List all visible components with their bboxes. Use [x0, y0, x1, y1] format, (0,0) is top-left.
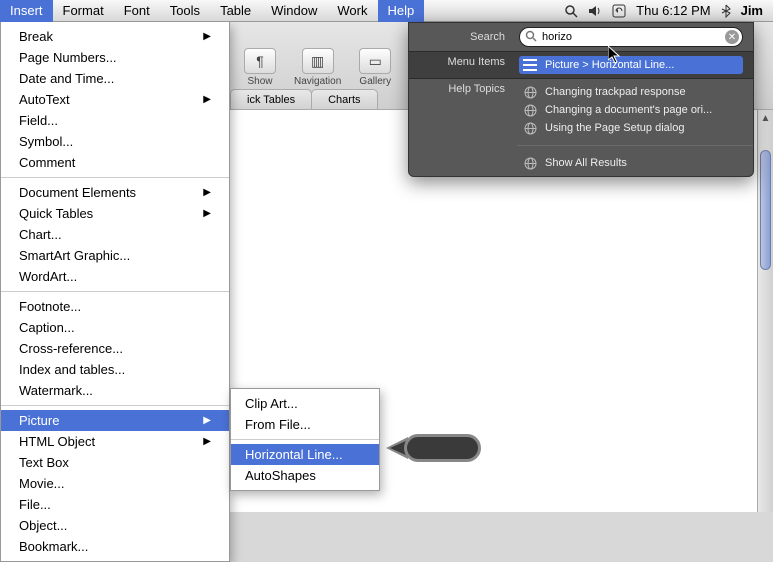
help-show-all[interactable]: Show All Results	[519, 154, 743, 172]
insert-menu-item[interactable]: Picture▶	[1, 410, 229, 431]
insert-menu-item[interactable]: SmartArt Graphic...	[1, 245, 229, 266]
picture-submenu-item[interactable]: From File...	[231, 414, 379, 435]
menu-font[interactable]: Font	[114, 0, 160, 22]
search-icon	[525, 30, 537, 45]
ribbon-tab[interactable]: ick Tables	[230, 89, 312, 109]
ribbon-tab[interactable]: Charts	[311, 89, 377, 109]
menu-tools[interactable]: Tools	[160, 0, 210, 22]
insert-menu-item[interactable]: Watermark...	[1, 380, 229, 401]
menu-insert[interactable]: Insert	[0, 0, 53, 22]
menubar-right: Thu 6:12 PM Jim	[564, 3, 773, 18]
submenu-arrow-icon: ▶	[203, 184, 211, 201]
insert-menu-item[interactable]: Chart...	[1, 224, 229, 245]
vertical-scrollbar[interactable]: ▲	[757, 110, 773, 512]
insert-menu-dropdown: Break▶Page Numbers...Date and Time...Aut…	[0, 22, 230, 562]
insert-menu-item[interactable]: Index and tables...	[1, 359, 229, 380]
insert-menu-item[interactable]: Symbol...	[1, 131, 229, 152]
menu-result-icon	[523, 58, 537, 72]
toolbar-gallery[interactable]: ▭Gallery	[359, 48, 391, 87]
insert-menu-item[interactable]: Object...	[1, 515, 229, 536]
user-menu[interactable]: Jim	[741, 3, 763, 18]
clear-search-icon[interactable]: ✕	[725, 30, 739, 44]
insert-menu-item[interactable]: Text Box	[1, 452, 229, 473]
insert-menu-item[interactable]: Field...	[1, 110, 229, 131]
insert-menu-item[interactable]: Caption...	[1, 317, 229, 338]
spotlight-icon[interactable]	[564, 4, 578, 18]
help-topics-label: Help Topics	[419, 83, 505, 95]
globe-icon	[523, 103, 537, 117]
menu-window[interactable]: Window	[261, 0, 327, 22]
submenu-arrow-icon: ▶	[203, 91, 211, 108]
submenu-arrow-icon: ▶	[203, 28, 211, 45]
toolbar-show[interactable]: ¶Show	[244, 48, 276, 87]
picture-submenu-item[interactable]: AutoShapes	[231, 465, 379, 486]
bluetooth-icon[interactable]	[721, 4, 731, 18]
menu-items-label: Menu Items	[419, 56, 505, 68]
help-topic-result[interactable]: Changing a document's page ori...	[519, 101, 743, 119]
insert-menu-item[interactable]: Date and Time...	[1, 68, 229, 89]
menubar: InsertFormatFontToolsTableWindowWorkHelp…	[0, 0, 773, 22]
menu-work[interactable]: Work	[327, 0, 377, 22]
help-search-label: Search	[419, 31, 505, 43]
picture-submenu: Clip Art...From File... Horizontal Line..…	[230, 388, 380, 491]
insert-menu-item[interactable]: AutoText▶	[1, 89, 229, 110]
clock-text[interactable]: Thu 6:12 PM	[636, 3, 710, 18]
menu-format[interactable]: Format	[53, 0, 114, 22]
mouse-cursor	[608, 46, 622, 69]
scroll-up-arrow[interactable]: ▲	[758, 110, 773, 126]
insert-menu-item[interactable]: HTML Object▶	[1, 431, 229, 452]
insert-menu-item[interactable]: WordArt...	[1, 266, 229, 287]
menu-table[interactable]: Table	[210, 0, 261, 22]
insert-menu-item[interactable]: Movie...	[1, 473, 229, 494]
insert-menu-item[interactable]: Comment	[1, 152, 229, 173]
help-search-panel: Search ✕ Menu Items Picture > Horizontal…	[408, 22, 754, 177]
help-topic-result[interactable]: Changing trackpad response	[519, 83, 743, 101]
picture-submenu-item[interactable]: Clip Art...	[231, 393, 379, 414]
submenu-arrow-icon: ▶	[203, 433, 211, 450]
globe-icon	[523, 156, 537, 170]
submenu-arrow-icon: ▶	[203, 205, 211, 222]
insert-menu-item[interactable]: Footnote...	[1, 296, 229, 317]
help-search-input[interactable]	[519, 27, 743, 47]
submenu-arrow-icon: ▶	[203, 412, 211, 429]
insert-menu-item[interactable]: Page Numbers...	[1, 47, 229, 68]
toolbar-navigation[interactable]: ▥Navigation	[294, 48, 341, 87]
scroll-thumb[interactable]	[760, 150, 771, 270]
help-menu-result[interactable]: Picture > Horizontal Line...	[519, 56, 743, 74]
insert-menu-item[interactable]: Cross-reference...	[1, 338, 229, 359]
callout-pointer	[386, 434, 481, 462]
insert-menu-item[interactable]: Document Elements▶	[1, 182, 229, 203]
globe-icon	[523, 85, 537, 99]
sync-icon[interactable]	[612, 4, 626, 18]
volume-icon[interactable]	[588, 4, 602, 18]
globe-icon	[523, 121, 537, 135]
menu-help[interactable]: Help	[378, 0, 425, 22]
insert-menu-item[interactable]: Quick Tables▶	[1, 203, 229, 224]
picture-submenu-item[interactable]: Horizontal Line...	[231, 444, 379, 465]
insert-menu-item[interactable]: Break▶	[1, 26, 229, 47]
help-topic-result[interactable]: Using the Page Setup dialog	[519, 119, 743, 137]
insert-menu-item[interactable]: Bookmark...	[1, 536, 229, 557]
